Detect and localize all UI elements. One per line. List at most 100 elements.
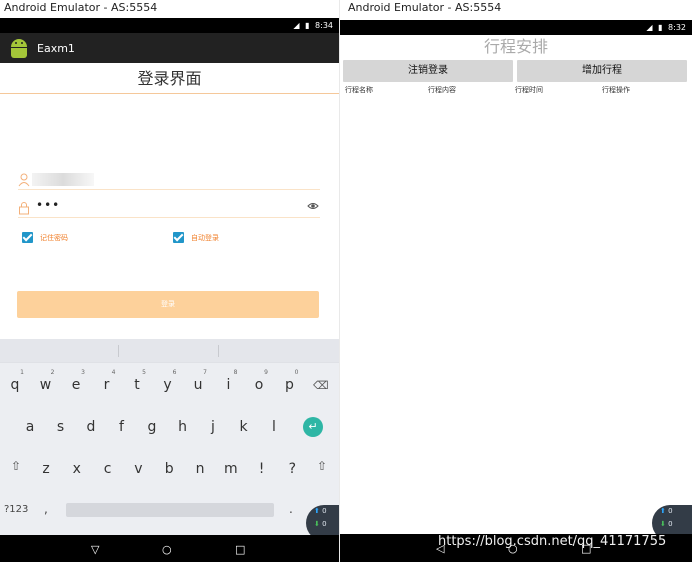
- shift-icon[interactable]: ⇧: [315, 459, 329, 473]
- key-k[interactable]: k: [234, 419, 254, 435]
- auto-login-checkbox[interactable]: 自动登录: [173, 232, 219, 243]
- key-label: z: [42, 461, 50, 477]
- checkbox-checked-icon: [22, 232, 33, 243]
- remember-password-checkbox[interactable]: 记住密码: [22, 232, 68, 243]
- key-i[interactable]: i8: [219, 369, 239, 393]
- upload-speed: 0: [668, 507, 673, 515]
- status-time: 8:32: [668, 23, 686, 32]
- key-label: l: [272, 419, 276, 435]
- upload-arrow-icon: ⬆: [314, 507, 320, 515]
- key-number-hint: 6: [172, 369, 177, 376]
- password-value: •••: [36, 198, 61, 212]
- key-c[interactable]: c: [98, 461, 118, 477]
- key-f[interactable]: f: [112, 419, 132, 435]
- action-bar: Eaxm1: [0, 33, 339, 63]
- username-field[interactable]: [18, 172, 320, 190]
- status-bar: ◢ ▮ 8:34: [0, 18, 339, 33]
- key-t[interactable]: t5: [127, 369, 147, 393]
- emulator-window-login: Android Emulator - AS:5554 ◢ ▮ 8:34 Eaxm…: [0, 0, 339, 562]
- keyboard-row-3: z x c v b n m!?: [0, 461, 339, 487]
- symbols-key[interactable]: ?123: [4, 504, 28, 515]
- add-schedule-button[interactable]: 增加行程: [517, 60, 687, 82]
- download-speed: 0: [322, 520, 327, 528]
- back-icon[interactable]: ▽: [91, 543, 99, 556]
- key-r[interactable]: r4: [97, 369, 117, 393]
- key-v[interactable]: v: [128, 461, 148, 477]
- lock-icon: [19, 202, 29, 215]
- key-number-hint: 7: [203, 369, 207, 376]
- key-label: ?: [288, 461, 297, 477]
- key-p[interactable]: p0: [280, 369, 300, 393]
- signal-icon: ◢: [293, 21, 300, 30]
- upload-speed: 0: [322, 507, 327, 515]
- status-bar: ◢ ▮ 8:32: [340, 20, 692, 35]
- key-label: s: [56, 419, 65, 435]
- download-speed: 0: [668, 520, 673, 528]
- eye-icon[interactable]: [307, 200, 319, 212]
- key-number-hint: 0: [294, 369, 299, 376]
- recents-icon[interactable]: □: [235, 543, 245, 556]
- key-l[interactable]: l: [264, 419, 284, 435]
- key-label: c: [103, 461, 112, 477]
- key-e[interactable]: e3: [66, 369, 86, 393]
- key-u[interactable]: u7: [188, 369, 208, 393]
- space-key[interactable]: [66, 503, 274, 517]
- period-key[interactable]: .: [289, 502, 293, 516]
- key-b[interactable]: b: [159, 461, 179, 477]
- battery-icon: ▮: [305, 21, 310, 30]
- key-label: v: [134, 461, 143, 477]
- key-q[interactable]: q1: [5, 369, 25, 393]
- key-h[interactable]: h: [173, 419, 193, 435]
- backspace-icon[interactable]: ⌫: [313, 379, 329, 392]
- key-label: x: [72, 461, 81, 477]
- auto-login-label: 自动登录: [191, 233, 219, 242]
- key-label: e: [71, 377, 81, 393]
- key-m[interactable]: m: [221, 461, 241, 477]
- key-y[interactable]: y6: [158, 369, 178, 393]
- enter-icon[interactable]: ↵: [303, 417, 323, 437]
- logout-button[interactable]: 注销登录: [343, 60, 513, 82]
- username-value-blurred: [32, 173, 94, 186]
- key-a[interactable]: a: [20, 419, 40, 435]
- keyboard-row-2: a s d f ghjk l: [0, 419, 339, 445]
- key-exclamation[interactable]: !: [252, 461, 272, 477]
- key-label: o: [254, 377, 264, 393]
- window-title: Android Emulator - AS:5554: [0, 0, 339, 18]
- password-field[interactable]: •••: [18, 198, 320, 218]
- key-n[interactable]: n: [190, 461, 210, 477]
- home-icon[interactable]: ○: [162, 543, 172, 556]
- key-number-hint: 4: [111, 369, 116, 376]
- key-question[interactable]: ?: [282, 461, 302, 477]
- download-arrow-icon: ⬇: [660, 520, 666, 528]
- key-label: k: [239, 419, 248, 435]
- key-label: a: [25, 419, 35, 435]
- app-title: Eaxm1: [37, 41, 75, 55]
- user-icon: [18, 173, 30, 187]
- key-g[interactable]: g: [142, 419, 162, 435]
- upload-arrow-icon: ⬆: [660, 507, 666, 515]
- remember-password-label: 记住密码: [40, 233, 68, 242]
- key-label: i: [226, 377, 231, 393]
- key-x[interactable]: x: [67, 461, 87, 477]
- key-j[interactable]: j: [203, 419, 223, 435]
- key-label: d: [86, 419, 96, 435]
- watermark: https://blog.csdn.net/qq_41171755: [438, 534, 667, 549]
- comma-key[interactable]: ,: [44, 502, 48, 516]
- key-w[interactable]: w2: [36, 369, 56, 393]
- page-title: 登录界面: [137, 69, 202, 88]
- key-s[interactable]: s: [51, 419, 71, 435]
- login-button[interactable]: 登录: [17, 291, 319, 318]
- key-label: f: [119, 419, 124, 435]
- key-d[interactable]: d: [81, 419, 101, 435]
- key-label: w: [39, 377, 52, 393]
- suggestion-strip[interactable]: [0, 339, 339, 363]
- key-label: p: [285, 377, 294, 393]
- key-label: t: [134, 377, 140, 393]
- android-logo-icon: [9, 38, 29, 58]
- key-number-hint: 3: [81, 369, 85, 376]
- key-label: y: [163, 377, 172, 393]
- key-z[interactable]: z: [36, 461, 56, 477]
- column-header-content: 行程内容: [428, 86, 456, 94]
- key-label: b: [164, 461, 174, 477]
- key-o[interactable]: o9: [249, 369, 269, 393]
